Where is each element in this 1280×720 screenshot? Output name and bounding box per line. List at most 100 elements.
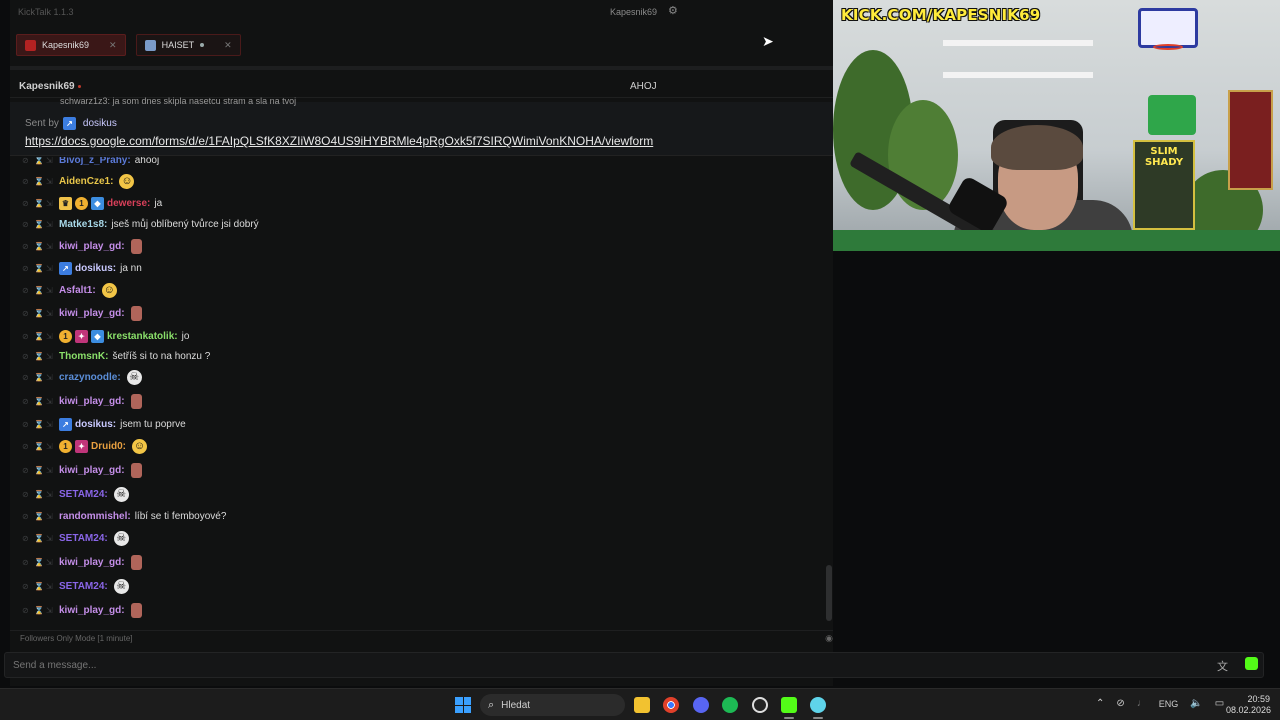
chat-username[interactable]: dosikus:	[75, 263, 116, 274]
timeout-icon[interactable]: ⊘	[22, 309, 29, 318]
chat-username[interactable]: dewerse:	[107, 198, 150, 209]
chat-message[interactable]: ⊘ ⌛ ⇲ kiwi_play_gd:	[10, 460, 833, 480]
chat-message[interactable]: ⊘ ⌛ ⇲ kiwi_play_gd:	[10, 600, 833, 620]
emote-icon[interactable]	[1245, 657, 1258, 670]
windows-start-icon[interactable]	[455, 697, 471, 713]
face-emote-icon[interactable]	[130, 305, 142, 321]
timeout-icon[interactable]: ⊘	[22, 534, 29, 543]
chat-message[interactable]: ⊘ ⌛ ⇲ 1 ✦ Druid0: ☺	[10, 436, 833, 456]
language-indicator[interactable]: ENG	[1159, 699, 1179, 709]
ban-icon[interactable]: ⌛	[34, 466, 44, 475]
chat-username[interactable]: SETAM24:	[59, 533, 108, 544]
timeout-icon[interactable]: ⊘	[22, 332, 29, 341]
ban-icon[interactable]: ⌛	[34, 582, 44, 591]
chat-message[interactable]: ⊘ ⌛ ⇲ kiwi_play_gd:	[10, 552, 833, 572]
clock[interactable]: 20:59 08.02.2026	[1226, 694, 1271, 716]
chat-username[interactable]: Asfalt1:	[59, 285, 96, 296]
timeout-icon[interactable]: ⊘	[22, 286, 29, 295]
file-explorer-icon[interactable]	[634, 697, 650, 713]
skull-emote-icon[interactable]: ☠	[113, 578, 129, 594]
chat-message[interactable]: ⊘ ⌛ ⇲ ↗ dosikus: jsem tu poprve	[10, 414, 833, 434]
scrollbar[interactable]	[826, 565, 832, 621]
chat-message[interactable]: ⊘ ⌛ ⇲ SETAM24: ☠	[10, 576, 833, 596]
chat-username[interactable]: Druid0:	[91, 441, 126, 452]
chrome-icon[interactable]	[663, 697, 679, 713]
timeout-icon[interactable]: ⊘	[22, 352, 29, 361]
chat-username[interactable]: kiwi_play_gd:	[59, 557, 125, 568]
timeout-icon[interactable]: ⊘	[22, 606, 29, 615]
ban-icon[interactable]: ⌛	[34, 420, 44, 429]
ban-icon[interactable]: ⌛	[34, 286, 44, 295]
ban-icon[interactable]: ⌛	[34, 490, 44, 499]
chat-username[interactable]: Matke1s8:	[59, 219, 107, 230]
ban-icon[interactable]: ⌛	[34, 442, 44, 451]
chat-message[interactable]: ⊘ ⌛ ⇲ kiwi_play_gd:	[10, 303, 833, 323]
ban-icon[interactable]: ⌛	[34, 220, 44, 229]
display-icon[interactable]: ▭	[1215, 698, 1224, 709]
chat-message[interactable]: ⊘ ⌛ ⇲ Matke1s8: jseš můj oblíbený tvůrce jsi…	[10, 214, 833, 234]
taskbar-search[interactable]: ⌕ Hledat	[480, 694, 625, 716]
chat-username[interactable]: AidenCze1:	[59, 176, 113, 187]
chat-username[interactable]: Bivoj_z_Prahy:	[59, 157, 131, 166]
lol-emote-icon[interactable]: ☺	[119, 173, 135, 189]
ban-icon[interactable]: ⌛	[34, 397, 44, 406]
chat-message[interactable]: ⊘ ⌛ ⇲ 1 ✦ ◆ krestankatolik: jo	[10, 326, 833, 346]
chat-messages[interactable]: ⊘ ⌛ ⇲ Bivoj_z_Prahy: ahooj ⊘ ⌛ ⇲ AidenCze1: ☺ ⊘ ⌛ ⇲ ♛…	[10, 157, 833, 623]
ban-icon[interactable]: ⌛	[34, 309, 44, 318]
chat-username[interactable]: kiwi_play_gd:	[59, 396, 125, 407]
face-emote-icon[interactable]	[130, 238, 142, 254]
kicktalk-icon[interactable]	[810, 697, 826, 713]
timeout-icon[interactable]: ⊘	[22, 466, 29, 475]
chat-message[interactable]: ⊘ ⌛ ⇲ ♛ 1 ◆ dewerse: ja	[10, 193, 833, 213]
ban-icon[interactable]: ⌛	[34, 177, 44, 186]
face-emote-icon[interactable]	[130, 462, 142, 478]
chat-message[interactable]: ⊘ ⌛ ⇲ ThomsnK: šetříš si to na honzu ?	[10, 346, 833, 366]
chat-username[interactable]: randommishel:	[59, 511, 131, 522]
face-emote-icon[interactable]	[130, 554, 142, 570]
face-emote-icon[interactable]	[130, 602, 142, 618]
ban-icon[interactable]: ⌛	[34, 332, 44, 341]
lol-emote-icon[interactable]: ☺	[101, 282, 117, 298]
chat-username[interactable]: dosikus:	[75, 419, 116, 430]
info-icon[interactable]: ◉	[825, 633, 833, 644]
timeout-icon[interactable]: ⊘	[22, 373, 29, 382]
chat-message[interactable]: ⊘ ⌛ ⇲ SETAM24: ☠	[10, 484, 833, 504]
skull-emote-icon[interactable]: ☠	[126, 369, 142, 385]
current-user[interactable]: Kapesnik69	[610, 7, 657, 17]
timeout-icon[interactable]: ⊘	[22, 442, 29, 451]
ban-icon[interactable]: ⌛	[34, 352, 44, 361]
chat-username[interactable]: SETAM24:	[59, 581, 108, 592]
timeout-icon[interactable]: ⊘	[22, 420, 29, 429]
lol-emote-icon[interactable]: ☺	[132, 438, 147, 454]
chat-username[interactable]: SETAM24:	[59, 489, 108, 500]
ban-icon[interactable]: ⌛	[34, 199, 44, 208]
chat-message[interactable]: ⊘ ⌛ ⇲ kiwi_play_gd:	[10, 236, 833, 256]
close-icon[interactable]: ✕	[224, 40, 232, 51]
ban-icon[interactable]: ⌛	[34, 558, 44, 567]
ban-icon[interactable]: ⌛	[34, 373, 44, 382]
timeout-icon[interactable]: ⊘	[22, 157, 29, 165]
ban-icon[interactable]: ⌛	[34, 157, 44, 165]
chat-message[interactable]: ⊘ ⌛ ⇲ ↗ dosikus: ja nn	[10, 258, 833, 278]
chat-username[interactable]: ThomsnK:	[59, 351, 108, 362]
settings-icon[interactable]: ⚙	[668, 4, 678, 17]
pinned-username[interactable]: dosikus	[83, 118, 117, 129]
timeout-icon[interactable]: ⊘	[22, 558, 29, 567]
translate-icon[interactable]: 文	[1217, 658, 1228, 674]
chat-message[interactable]: ⊘ ⌛ ⇲ crazynoodle: ☠	[10, 367, 833, 387]
skull-emote-icon[interactable]: ☠	[113, 530, 129, 546]
chat-username[interactable]: kiwi_play_gd:	[59, 465, 125, 476]
timeout-icon[interactable]: ⊘	[22, 512, 29, 521]
timeout-icon[interactable]: ⊘	[22, 220, 29, 229]
microphone-icon[interactable]: ♩	[1137, 698, 1147, 709]
chat-username[interactable]: kiwi_play_gd:	[59, 308, 125, 319]
discord-icon[interactable]	[693, 697, 709, 713]
timeout-icon[interactable]: ⊘	[22, 397, 29, 406]
ban-icon[interactable]: ⌛	[34, 606, 44, 615]
tab-kapesnik69[interactable]: Kapesnik69 ✕	[16, 34, 126, 56]
chat-username[interactable]: crazynoodle:	[59, 372, 121, 383]
kick-icon[interactable]	[781, 697, 797, 713]
timeout-icon[interactable]: ⊘	[22, 582, 29, 591]
ban-icon[interactable]: ⌛	[34, 512, 44, 521]
tab-haiset[interactable]: HAISET ✕	[135, 34, 241, 56]
